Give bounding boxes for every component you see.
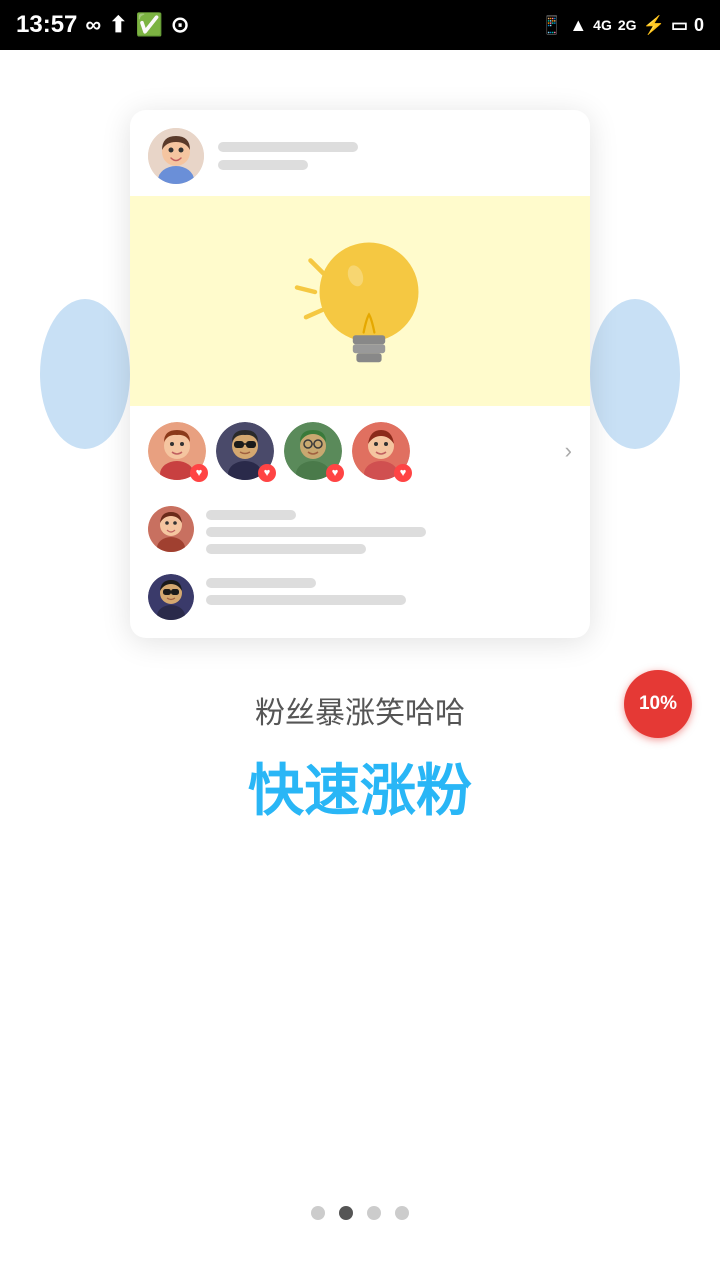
comment-name-1 — [206, 510, 296, 520]
signal-2g-icon: 2G — [618, 17, 637, 33]
battery-bolt-icon: ⚡ — [643, 15, 665, 36]
dot-1[interactable] — [311, 1206, 325, 1220]
subtitle-text: 粉丝暴涨笑哈哈 — [248, 688, 472, 732]
avatar-item-4: ♥ — [352, 422, 410, 480]
comment-avatar-2 — [148, 574, 194, 620]
status-right: 📱 ▲ 4G 2G ⚡ ▭ 0 — [541, 15, 704, 36]
user-avatar — [148, 128, 204, 184]
upload-icon: ⬆ — [109, 12, 127, 38]
side-circle-right — [590, 299, 680, 449]
comment-name-2 — [206, 578, 316, 588]
heart-badge-1: ♥ — [190, 464, 208, 482]
comment-text-1b — [206, 544, 366, 554]
lightbulb-illustration — [270, 211, 450, 391]
check-icon-1: ✅ — [136, 12, 163, 38]
rotate-icon: 📱 — [541, 15, 563, 36]
card-wrapper: ♥ — [80, 110, 640, 638]
card-user-row — [130, 110, 590, 196]
comment-text-2 — [206, 595, 406, 605]
comment-lines-2 — [206, 574, 406, 605]
text-section: 粉丝暴涨笑哈哈 快速涨粉 — [248, 688, 472, 827]
pagination-dots — [311, 1206, 409, 1220]
status-time: 13:57 — [16, 11, 77, 39]
avatars-row: ♥ — [130, 406, 590, 496]
avatar-item-1: ♥ — [148, 422, 206, 480]
dot-2[interactable] — [339, 1206, 353, 1220]
comment-lines-1 — [206, 506, 426, 554]
battery-level: 0 — [694, 15, 704, 36]
avatar-item-2: ♥ — [216, 422, 274, 480]
infinity-icon: ∞ — [85, 12, 101, 38]
main-title: 快速涨粉 — [248, 746, 472, 827]
heart-badge-2: ♥ — [258, 464, 276, 482]
wifi-icon: ▲ — [569, 15, 587, 36]
social-card: ♥ — [130, 110, 590, 638]
userdetail-placeholder — [218, 160, 308, 170]
heart-badge-4: ♥ — [394, 464, 412, 482]
chevron-right-icon: › — [565, 438, 572, 464]
comment-avatar-1 — [148, 506, 194, 552]
dot-3[interactable] — [367, 1206, 381, 1220]
main-content: ♥ — [0, 50, 720, 1280]
dot-4[interactable] — [395, 1206, 409, 1220]
avatar-item-3: ♥ — [284, 422, 342, 480]
check-icon-2: ⊙ — [171, 12, 189, 38]
side-circle-left — [40, 299, 130, 449]
status-bar: 13:57 ∞ ⬆ ✅ ⊙ 📱 ▲ 4G 2G ⚡ ▭ 0 — [0, 0, 720, 50]
user-info — [218, 142, 358, 170]
heart-badge-3: ♥ — [326, 464, 344, 482]
signal-4g-icon: 4G — [593, 17, 612, 33]
bulb-area — [130, 196, 590, 406]
percent-badge: 10% — [624, 670, 692, 738]
comment-text-1a — [206, 527, 426, 537]
battery-icon: ▭ — [671, 15, 688, 36]
status-left: 13:57 ∞ ⬆ ✅ ⊙ — [16, 11, 189, 39]
comment-row-2 — [130, 564, 590, 638]
comment-row-1 — [130, 496, 590, 564]
username-placeholder — [218, 142, 358, 152]
